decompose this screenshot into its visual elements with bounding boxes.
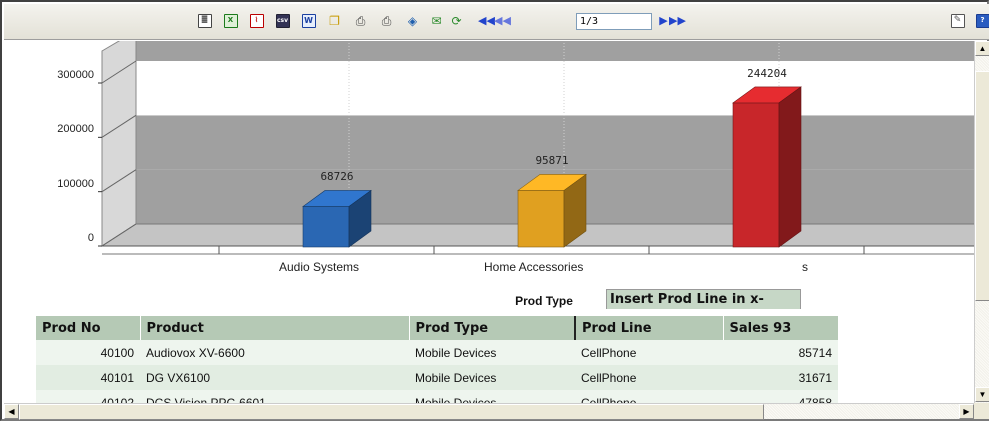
x-tick-label: Audio Systems <box>279 260 360 274</box>
cell-prod-line: CellPhone <box>575 340 723 365</box>
data-label: 95871 <box>535 154 569 168</box>
x-tick-label: s <box>802 260 808 274</box>
cell-prod-no: 40100 <box>36 340 140 365</box>
y-tick-label: 200000 <box>57 123 94 136</box>
cell-prod-no: 40101 <box>36 365 140 390</box>
previous-page-icon[interactable]: ◀◀ <box>494 12 511 29</box>
chart-back-wall-band <box>136 41 974 61</box>
scroll-down-icon[interactable]: ▼ <box>975 387 989 402</box>
table-header-row: Prod No Product Prod Type Prod Line Sale… <box>36 316 839 340</box>
y-tick-label: 100000 <box>57 177 94 190</box>
first-page-icon[interactable]: ◀◀ <box>478 12 495 29</box>
refresh-icon[interactable]: ⟳ <box>448 12 465 29</box>
toolbar: ≣ X ⌇ csv W ❐ ⎙ ⎙ ◈ ✉ ⟳ ◀◀ ◀◀ ▶ ▶▶ ✎ ? <box>4 4 989 40</box>
chart-icon[interactable]: ◈ <box>404 12 421 29</box>
page-number-input[interactable] <box>576 13 652 30</box>
pdf-icon[interactable]: ⌇ <box>248 12 265 29</box>
x-tick-label: Home Accessories <box>484 260 584 274</box>
last-page-icon[interactable]: ▶▶ <box>669 12 686 29</box>
cell-prod-line: CellPhone <box>575 365 723 390</box>
excel-icon[interactable]: X <box>222 12 239 29</box>
data-label: 244204 <box>747 66 787 80</box>
bar-front <box>302 206 350 248</box>
column-header-sales-93[interactable]: Sales 93 <box>723 316 839 340</box>
chart-back-wall-band <box>136 61 974 116</box>
bar-front <box>732 102 780 248</box>
column-header-product[interactable]: Product <box>140 316 410 340</box>
scroll-left-icon[interactable]: ◀ <box>4 404 19 419</box>
edit-icon[interactable]: ✎ <box>949 12 966 29</box>
csv-icon[interactable]: csv <box>274 12 291 29</box>
column-header-prod-no[interactable]: Prod No <box>36 316 141 340</box>
horizontal-scrollbar[interactable]: ◀ ▶ <box>4 403 974 420</box>
table-row: 40101 DG VX6100 Mobile Devices CellPhone… <box>36 365 838 390</box>
bar-front <box>517 190 565 248</box>
data-table: Prod No Product Prod Type Prod Line Sale… <box>36 316 839 415</box>
column-header-prod-line[interactable]: Prod Line <box>574 316 724 340</box>
print-preview-icon[interactable]: ⎙ <box>378 12 395 29</box>
outline-icon[interactable]: ≣ <box>196 12 213 29</box>
cell-product: DG VX6100 <box>140 365 409 390</box>
scroll-right-icon[interactable]: ▶ <box>959 404 974 419</box>
print-icon[interactable]: ⎙ <box>352 12 369 29</box>
cell-prod-type: Mobile Devices <box>409 340 575 365</box>
cell-prod-type: Mobile Devices <box>409 365 575 390</box>
cell-product: Audiovox XV-6600 <box>140 340 409 365</box>
table-row: 40100 Audiovox XV-6600 Mobile Devices Ce… <box>36 340 838 365</box>
data-label: 68726 <box>320 170 354 184</box>
bar-chart: Prod Type 0 100000 200000 300000 68726 95871 2… <box>4 41 974 309</box>
report-viewer-frame: ≣ X ⌇ csv W ❐ ⎙ ⎙ ◈ ✉ ⟳ ◀◀ ◀◀ ▶ ▶▶ ✎ ? P… <box>0 0 989 421</box>
drop-zone-tooltip: Insert Prod Line in x- <box>606 289 801 309</box>
x-axis-title: Prod Type <box>515 294 573 308</box>
column-header-prod-type[interactable]: Prod Type <box>409 316 576 340</box>
scroll-up-icon[interactable]: ▲ <box>975 41 989 56</box>
bar-side <box>778 86 802 248</box>
cell-sales-93: 31671 <box>723 365 838 390</box>
y-tick-label: 0 <box>87 232 94 244</box>
email-icon[interactable]: ✉ <box>428 12 445 29</box>
help-icon[interactable]: ? <box>974 12 989 29</box>
horizontal-scroll-thumb[interactable] <box>19 404 764 420</box>
scrollbar-corner <box>974 403 989 419</box>
vertical-scrollbar[interactable]: ▲ ▼ <box>974 41 989 403</box>
word-icon[interactable]: W <box>300 12 317 29</box>
vertical-scroll-thumb[interactable] <box>975 71 989 301</box>
copy-icon[interactable]: ❐ <box>326 12 343 29</box>
cell-sales-93: 85714 <box>723 340 838 365</box>
y-tick-label: 300000 <box>57 69 94 81</box>
